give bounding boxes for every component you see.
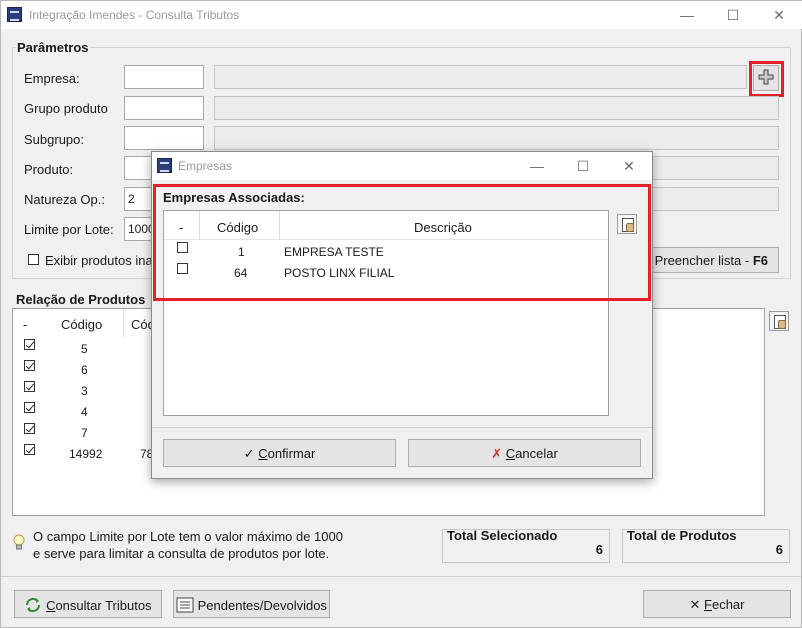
confirmar-button[interactable]: ✓ Confirmar bbox=[163, 439, 396, 467]
empresas-associadas-highlight bbox=[153, 184, 651, 301]
x-icon: ✕ bbox=[689, 597, 701, 612]
lightbulb-icon bbox=[13, 534, 25, 550]
subgrupo-label: Subgrupo: bbox=[24, 132, 84, 147]
list-icon bbox=[176, 597, 194, 613]
produto-row-5-codigo: 7 bbox=[81, 426, 88, 440]
empresas-dialog: Empresas — ☐ ✕ Empresas Associadas: - Có… bbox=[151, 151, 653, 479]
cancelar-button[interactable]: ✗ Cancelar bbox=[408, 439, 641, 467]
cancelar-label: ancelar bbox=[515, 446, 558, 461]
produto-label: Produto: bbox=[24, 162, 74, 177]
produto-row-6-checkbox[interactable] bbox=[24, 444, 35, 455]
dialog-footer-divider bbox=[152, 427, 652, 428]
total-produtos-value: 6 bbox=[775, 542, 783, 557]
preencher-lista-label: Preencher lista - bbox=[654, 253, 753, 268]
produtos-col-dash: - bbox=[23, 317, 28, 332]
info-line-1: O campo Limite por Lote tem o valor máxi… bbox=[33, 529, 343, 544]
dialog-maximize-button[interactable]: ☐ bbox=[560, 152, 606, 180]
preencher-lista-button[interactable]: Preencher lista - F6 bbox=[649, 247, 779, 273]
produto-row-6-codigo: 14992 bbox=[69, 447, 103, 461]
consultar-tributos-button[interactable]: Consultar Tributos bbox=[14, 590, 162, 618]
pendentes-devolvidos-label: Pendentes/Devolvidos bbox=[197, 598, 327, 613]
produto-row-2-checkbox[interactable] bbox=[24, 360, 35, 371]
footer-divider bbox=[1, 576, 801, 577]
minimize-button[interactable]: — bbox=[664, 1, 710, 29]
parametros-title: Parâmetros bbox=[16, 40, 90, 55]
consultar-tributos-label: onsultar Tributos bbox=[55, 598, 152, 613]
exibir-inativos-label: Exibir produtos ina bbox=[45, 253, 153, 268]
produto-row-4-codigo: 4 bbox=[81, 405, 88, 419]
produto-row-4-checkbox[interactable] bbox=[24, 402, 35, 413]
total-produtos-box: Total de Produtos 6 bbox=[622, 528, 790, 563]
total-produtos-label: Total de Produtos bbox=[627, 528, 737, 543]
fechar-label: echar bbox=[711, 597, 745, 612]
close-button[interactable]: ✕ bbox=[756, 1, 802, 29]
confirmar-label: onfirmar bbox=[267, 446, 316, 461]
produtos-grid-options-icon[interactable] bbox=[769, 311, 789, 331]
info-line-2: e serve para limitar a consulta de produ… bbox=[33, 546, 330, 561]
produto-row-3-codigo: 3 bbox=[81, 384, 88, 398]
exibir-inativos-checkbox[interactable] bbox=[28, 254, 39, 265]
total-selecionado-box: Total Selecionado 6 bbox=[442, 528, 610, 563]
cancelar-accel: C bbox=[505, 446, 516, 461]
dialog-app-icon bbox=[157, 158, 172, 173]
grupo-desc-field bbox=[214, 96, 779, 120]
preencher-lista-key: F6 bbox=[752, 253, 768, 268]
natureza-label: Natureza Op.: bbox=[24, 192, 105, 207]
empresa-label: Empresa: bbox=[24, 71, 80, 86]
confirmar-accel: C bbox=[258, 446, 268, 461]
dialog-close-button[interactable]: ✕ bbox=[606, 152, 652, 180]
pendentes-devolvidos-button[interactable]: Pendentes/Devolvidos bbox=[173, 590, 330, 618]
grupo-code-input[interactable] bbox=[124, 96, 204, 120]
produto-row-3-checkbox[interactable] bbox=[24, 381, 35, 392]
grupo-label: Grupo produto bbox=[24, 101, 108, 116]
produtos-col-codigo: Código bbox=[61, 317, 103, 332]
dialog-minimize-button[interactable]: — bbox=[514, 152, 560, 180]
add-empresa-highlight bbox=[749, 61, 784, 97]
empresas-dialog-titlebar: Empresas — ☐ ✕ bbox=[152, 152, 652, 180]
subgrupo-code-input[interactable] bbox=[124, 126, 204, 150]
subgrupo-desc-field bbox=[214, 126, 779, 150]
app-icon bbox=[7, 7, 22, 22]
refresh-icon bbox=[26, 597, 41, 613]
fechar-button[interactable]: ✕ Fechar bbox=[643, 590, 791, 618]
produto-row-5-checkbox[interactable] bbox=[24, 423, 35, 434]
empresas-dialog-title: Empresas bbox=[178, 159, 233, 173]
main-window: Integração Imendes - Consulta Tributos —… bbox=[0, 0, 802, 628]
check-icon: ✓ bbox=[243, 446, 255, 461]
produtos-title: Relação de Produtos bbox=[15, 292, 147, 307]
empresa-code-input[interactable] bbox=[124, 65, 204, 89]
fechar-accel: F bbox=[704, 597, 712, 612]
empresa-desc-field bbox=[214, 65, 747, 89]
limite-label: Limite por Lote: bbox=[24, 222, 114, 237]
title-bar: Integração Imendes - Consulta Tributos —… bbox=[1, 1, 802, 29]
produto-row-1-checkbox[interactable] bbox=[24, 339, 35, 350]
produto-row-1-codigo: 5 bbox=[81, 342, 88, 356]
produto-row-2-codigo: 6 bbox=[81, 363, 88, 377]
total-selecionado-value: 6 bbox=[595, 542, 603, 557]
cancel-x-icon: ✗ bbox=[491, 446, 503, 461]
total-selecionado-label: Total Selecionado bbox=[447, 528, 558, 543]
produtos-col-divider bbox=[123, 309, 124, 337]
maximize-button[interactable]: ☐ bbox=[710, 1, 756, 29]
window-title: Integração Imendes - Consulta Tributos bbox=[29, 8, 240, 22]
